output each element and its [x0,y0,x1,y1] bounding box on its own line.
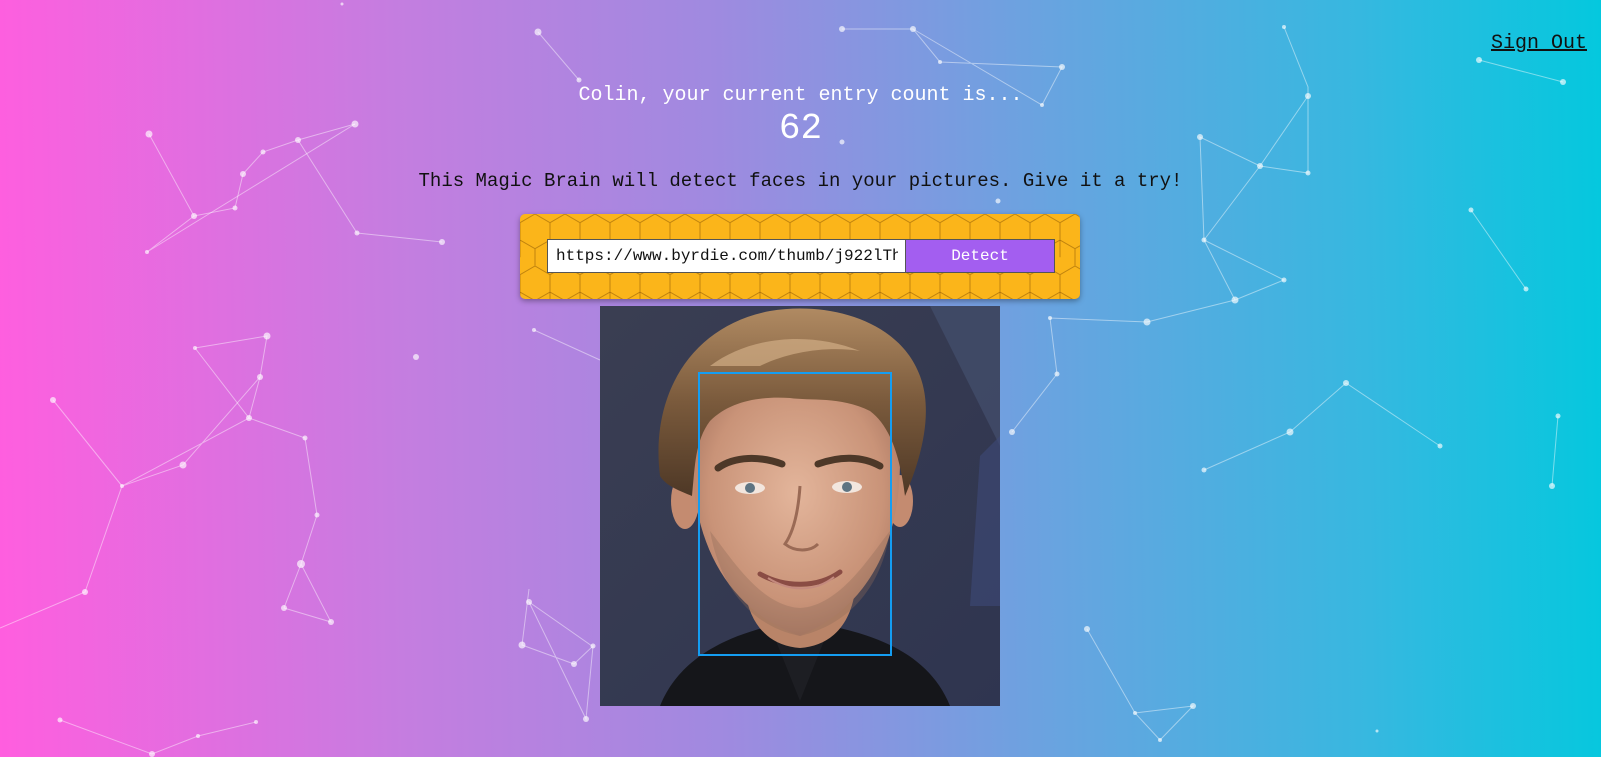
sign-out-link[interactable]: Sign Out [1491,32,1587,55]
image-link-form: Detect [520,214,1080,299]
entry-count: 62 [778,108,823,149]
face-bounding-box [698,372,892,656]
input-image [600,306,1000,706]
image-url-input[interactable] [547,239,907,273]
detect-button[interactable]: Detect [905,239,1055,273]
entry-count-message: Colin, your current entry count is... [578,84,1023,107]
intro-text: This Magic Brain will detect faces in yo… [418,170,1183,192]
